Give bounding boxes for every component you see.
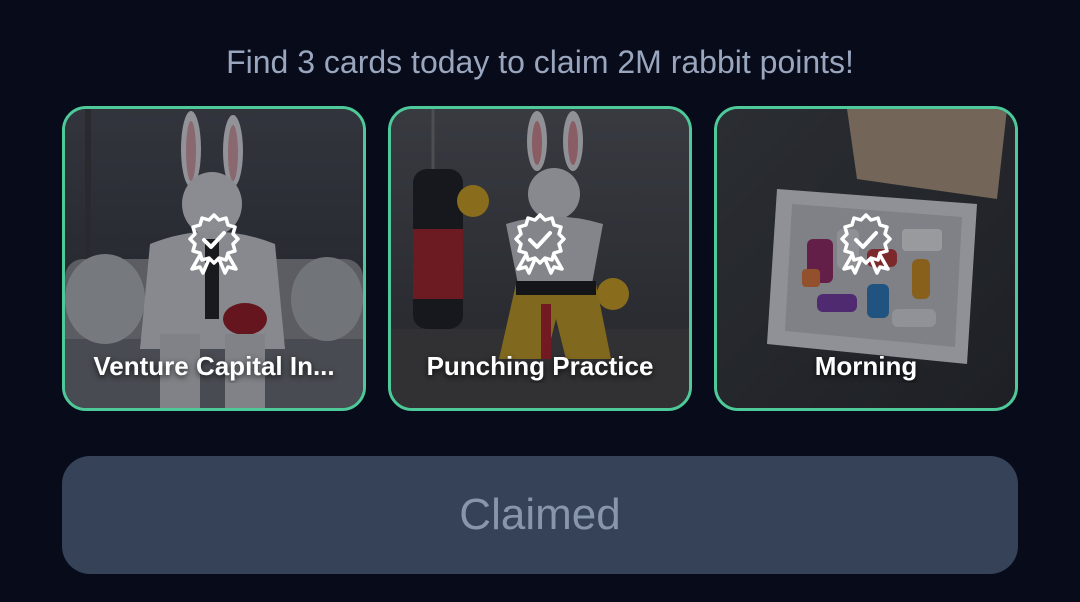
award-check-icon	[514, 213, 566, 275]
award-check-icon	[840, 213, 892, 275]
claimed-button[interactable]: Claimed	[62, 456, 1018, 574]
award-check-icon	[188, 213, 240, 275]
card-venture-capital[interactable]: Venture Capital In...	[62, 106, 366, 411]
card-punching-practice[interactable]: Punching Practice	[388, 106, 692, 411]
card-title: Venture Capital In...	[93, 351, 335, 381]
cards-row: Venture Capital In... Punching Practice …	[62, 106, 1018, 411]
daily-cards-headline: Find 3 cards today to claim 2M rabbit po…	[226, 44, 854, 80]
card-morning[interactable]: Morning	[714, 106, 1018, 411]
card-title: Punching Practice	[426, 351, 654, 381]
daily-cards-panel: Find 3 cards today to claim 2M rabbit po…	[0, 0, 1080, 602]
card-title: Morning	[814, 351, 918, 381]
